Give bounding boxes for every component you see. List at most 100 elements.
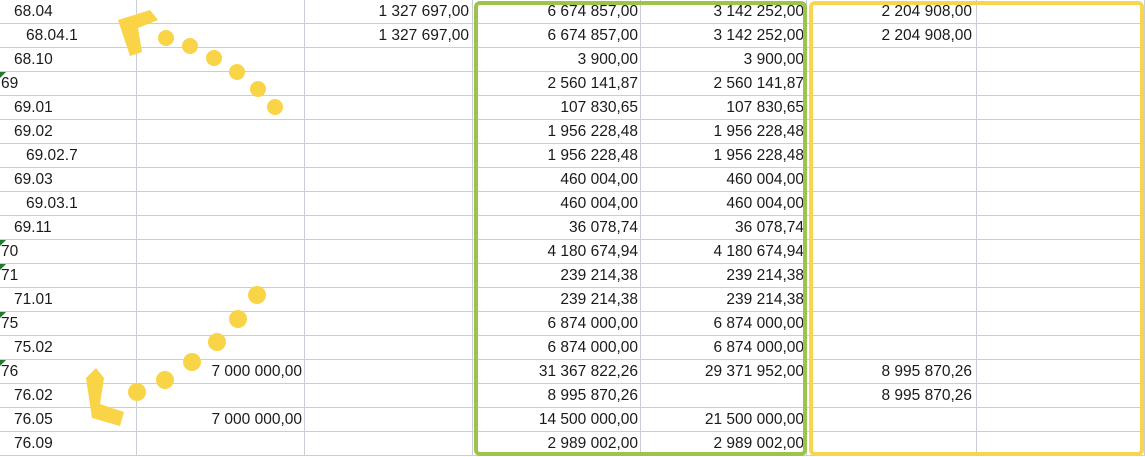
value-cell[interactable] [807, 432, 977, 456]
value-cell[interactable]: 14 500 000,00 [473, 408, 641, 432]
value-cell[interactable] [807, 216, 977, 240]
code-cell[interactable]: 68.04.1 [0, 24, 137, 48]
value-cell[interactable] [137, 312, 305, 336]
value-cell[interactable] [137, 432, 305, 456]
value-cell[interactable] [807, 72, 977, 96]
value-cell[interactable] [137, 24, 305, 48]
value-cell[interactable]: 4 180 674,94 [641, 240, 807, 264]
value-cell[interactable]: 239 214,38 [473, 264, 641, 288]
value-cell[interactable] [977, 288, 1145, 312]
value-cell[interactable]: 460 004,00 [641, 192, 807, 216]
value-cell[interactable] [305, 120, 473, 144]
value-cell[interactable] [641, 384, 807, 408]
value-cell[interactable] [305, 48, 473, 72]
value-cell[interactable]: 1 956 228,48 [473, 144, 641, 168]
value-cell[interactable]: 4 180 674,94 [473, 240, 641, 264]
value-cell[interactable]: 107 830,65 [473, 96, 641, 120]
value-cell[interactable]: 29 371 952,00 [641, 360, 807, 384]
code-cell[interactable]: 76.05 [0, 408, 137, 432]
value-cell[interactable] [977, 192, 1145, 216]
value-cell[interactable] [305, 144, 473, 168]
value-cell[interactable] [305, 384, 473, 408]
value-cell[interactable] [807, 264, 977, 288]
value-cell[interactable]: 6 674 857,00 [473, 24, 641, 48]
value-cell[interactable] [807, 240, 977, 264]
value-cell[interactable] [977, 312, 1145, 336]
value-cell[interactable]: 31 367 822,26 [473, 360, 641, 384]
value-cell[interactable] [977, 408, 1145, 432]
value-cell[interactable] [305, 408, 473, 432]
value-cell[interactable] [807, 48, 977, 72]
value-cell[interactable]: 1 956 228,48 [641, 144, 807, 168]
code-cell[interactable]: 69.01 [0, 96, 137, 120]
value-cell[interactable] [977, 432, 1145, 456]
code-cell[interactable]: 68.04 [0, 0, 137, 24]
value-cell[interactable]: 460 004,00 [641, 168, 807, 192]
value-cell[interactable]: 8 995 870,26 [807, 384, 977, 408]
value-cell[interactable] [137, 72, 305, 96]
value-cell[interactable] [305, 96, 473, 120]
value-cell[interactable] [977, 0, 1145, 24]
value-cell[interactable]: 7 000 000,00 [137, 408, 305, 432]
value-cell[interactable] [137, 216, 305, 240]
value-cell[interactable]: 2 989 002,00 [641, 432, 807, 456]
value-cell[interactable]: 2 560 141,87 [641, 72, 807, 96]
value-cell[interactable] [807, 96, 977, 120]
value-cell[interactable]: 3 900,00 [473, 48, 641, 72]
code-cell[interactable]: 76.09 [0, 432, 137, 456]
value-cell[interactable] [137, 168, 305, 192]
value-cell[interactable] [807, 120, 977, 144]
value-cell[interactable] [807, 144, 977, 168]
code-cell[interactable]: 69.03.1 [0, 192, 137, 216]
value-cell[interactable]: 6 874 000,00 [641, 312, 807, 336]
value-cell[interactable]: 2 204 908,00 [807, 0, 977, 24]
value-cell[interactable] [305, 336, 473, 360]
value-cell[interactable] [305, 264, 473, 288]
code-cell[interactable]: 71.01 [0, 288, 137, 312]
value-cell[interactable]: 2 989 002,00 [473, 432, 641, 456]
value-cell[interactable] [305, 168, 473, 192]
code-cell[interactable]: 76 [0, 360, 137, 384]
value-cell[interactable] [977, 168, 1145, 192]
value-cell[interactable] [977, 72, 1145, 96]
value-cell[interactable] [977, 24, 1145, 48]
code-cell[interactable]: 70 [0, 240, 137, 264]
value-cell[interactable]: 6 874 000,00 [641, 336, 807, 360]
value-cell[interactable] [137, 240, 305, 264]
value-cell[interactable]: 239 214,38 [641, 264, 807, 288]
value-cell[interactable]: 36 078,74 [473, 216, 641, 240]
value-cell[interactable]: 3 900,00 [641, 48, 807, 72]
value-cell[interactable] [807, 336, 977, 360]
code-cell[interactable]: 69.02.7 [0, 144, 137, 168]
code-cell[interactable]: 75.02 [0, 336, 137, 360]
value-cell[interactable]: 239 214,38 [473, 288, 641, 312]
value-cell[interactable]: 8 995 870,26 [807, 360, 977, 384]
value-cell[interactable] [977, 48, 1145, 72]
value-cell[interactable]: 6 874 000,00 [473, 312, 641, 336]
code-cell[interactable]: 71 [0, 264, 137, 288]
value-cell[interactable] [807, 288, 977, 312]
value-cell[interactable] [137, 0, 305, 24]
value-cell[interactable] [977, 384, 1145, 408]
value-cell[interactable]: 6 674 857,00 [473, 0, 641, 24]
value-cell[interactable]: 21 500 000,00 [641, 408, 807, 432]
value-cell[interactable] [977, 96, 1145, 120]
value-cell[interactable] [305, 192, 473, 216]
value-cell[interactable] [807, 408, 977, 432]
value-cell[interactable] [977, 120, 1145, 144]
value-cell[interactable] [305, 432, 473, 456]
value-cell[interactable] [807, 312, 977, 336]
code-cell[interactable]: 69.11 [0, 216, 137, 240]
value-cell[interactable] [137, 144, 305, 168]
value-cell[interactable]: 8 995 870,26 [473, 384, 641, 408]
value-cell[interactable]: 1 327 697,00 [305, 0, 473, 24]
code-cell[interactable]: 69.03 [0, 168, 137, 192]
value-cell[interactable]: 3 142 252,00 [641, 24, 807, 48]
value-cell[interactable] [305, 360, 473, 384]
value-cell[interactable] [807, 192, 977, 216]
code-cell[interactable]: 75 [0, 312, 137, 336]
code-cell[interactable]: 69.02 [0, 120, 137, 144]
value-cell[interactable] [137, 192, 305, 216]
value-cell[interactable]: 2 560 141,87 [473, 72, 641, 96]
value-cell[interactable]: 1 956 228,48 [473, 120, 641, 144]
